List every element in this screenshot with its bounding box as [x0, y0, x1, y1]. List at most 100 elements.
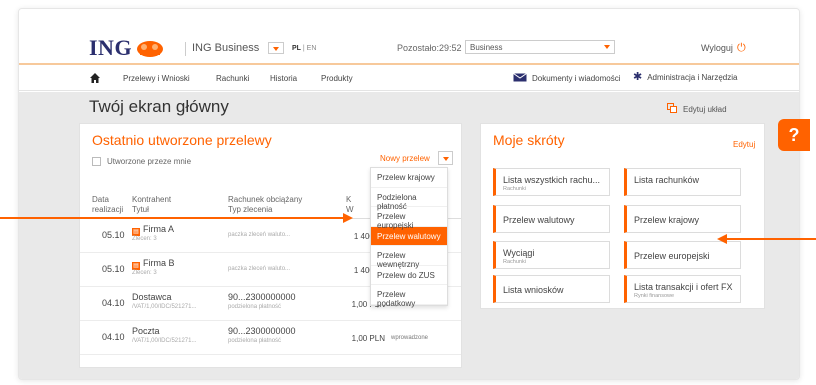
ing-logo[interactable]: ING [89, 35, 165, 61]
row-party: ▤ Firma B [132, 258, 175, 270]
menu-item-internal[interactable]: Przelew wewnętrzny [371, 246, 447, 269]
row-amount: 1,00 PLN [351, 334, 385, 343]
envelope-icon [513, 73, 527, 84]
row-order-type: paczka zleceń waluto... [228, 232, 291, 238]
layout-icon [667, 103, 677, 115]
language-switch: PL | EN [292, 45, 316, 52]
shortcut-tile[interactable]: Lista wszystkich rachu... Rachunki [493, 168, 610, 196]
page-title: Twój ekran główny [89, 97, 229, 116]
row-party-sub: /VAT/1,00/IDC/521271... [132, 304, 197, 310]
batch-icon: ▤ [132, 228, 140, 236]
session-timer: Pozostało:29:52 [397, 43, 462, 53]
lang-en-link[interactable]: EN [307, 45, 317, 52]
top-bar: ING ING Business PL | EN Pozostało:29:52… [19, 9, 799, 65]
row-party-name: Firma A [143, 224, 175, 234]
browser-frame: ING ING Business PL | EN Pozostało:29:52… [18, 8, 800, 380]
profile-select[interactable]: Business [465, 40, 615, 54]
row-party-name: Dostawca [132, 292, 172, 302]
shortcut-tile[interactable]: Przelew walutowy [493, 205, 610, 233]
power-icon: ⏻ [736, 41, 746, 54]
row-party-name: Poczta [132, 326, 160, 336]
shortcut-tile[interactable]: Przelew europejski [624, 241, 741, 269]
business-name: ING Business [192, 42, 260, 54]
recent-transfers-card: Ostatnio utworzone przelewy Utworzone pr… [79, 123, 462, 368]
tile-sub: Rynki finansowe [634, 293, 675, 299]
recent-transfers-title: Ostatnio utworzone przelewy [92, 132, 272, 148]
col-header-date-line1: Data [92, 195, 109, 204]
tile-label: Przelew europejski [634, 251, 710, 261]
row-order-type: podzielona płatność [228, 304, 282, 310]
lion-icon [135, 38, 165, 58]
tile-label: Przelew krajowy [634, 215, 700, 225]
edit-layout-button[interactable]: Edytuj układ [667, 103, 727, 115]
nav-item-transfers[interactable]: Przelewy i Wnioski [123, 74, 190, 83]
row-party-sub: Zlecen: 3 [132, 236, 157, 242]
filter-checkbox[interactable] [92, 157, 101, 166]
shortcuts-card: Moje skróty Edytuj Lista wszystkich rach… [480, 123, 765, 309]
nav-documents-link[interactable]: Dokumenty i wiadomości [513, 73, 620, 84]
row-date: 05.10 [102, 230, 125, 240]
row-party-name: Firma B [143, 258, 175, 268]
tile-label: Przelew walutowy [503, 215, 575, 225]
nav-documents-label: Dokumenty i wiadomości [532, 74, 621, 83]
row-date: 04.10 [102, 298, 125, 308]
new-transfer-label: Nowy przelew [380, 154, 430, 163]
shortcut-tile[interactable]: Przelew krajowy [624, 205, 741, 233]
table-row[interactable]: 04.10 Poczta /VAT/1,00/IDC/521271... 90.… [80, 322, 461, 355]
home-icon[interactable] [89, 72, 101, 84]
menu-item-split-payment[interactable]: Podzielona płatność [371, 188, 447, 211]
annotation-arrow-left [0, 213, 353, 223]
row-status: wprowadzone [391, 335, 429, 341]
row-date: 04.10 [102, 332, 125, 342]
row-order-type: podzielona płatność [228, 338, 282, 344]
new-transfer-select[interactable]: Nowy przelew [380, 151, 454, 165]
tile-label: Lista rachunków [634, 175, 700, 185]
created-by-me-filter[interactable]: Utworzone przeze mnie [92, 157, 191, 166]
nav-item-products[interactable]: Produkty [321, 74, 353, 83]
col-header-account-line1: Rachunek obciążany [228, 195, 303, 204]
logout-label: Wyloguj [701, 43, 733, 53]
logout-button[interactable]: Wyloguj ⏻ [701, 41, 746, 54]
nav-admin-link[interactable]: ✱ Administracja i Narzędzia [633, 71, 738, 83]
tile-label: Wyciągi [503, 248, 535, 258]
row-party: ▤ Firma A [132, 224, 174, 236]
logo-text: ING [89, 35, 133, 60]
shortcut-tile[interactable]: Lista transakcji i ofert FX Rynki finans… [624, 275, 741, 303]
row-date: 05.10 [102, 264, 125, 274]
nav-item-accounts[interactable]: Rachunki [216, 74, 249, 83]
business-dropdown-button[interactable] [268, 42, 284, 54]
row-account: 90...2300000000 [228, 326, 296, 336]
menu-item-domestic[interactable]: Przelew krajowy [371, 168, 447, 188]
tile-label: Lista wszystkich rachu... [503, 175, 601, 185]
tile-label: Lista transakcji i ofert FX [634, 282, 733, 292]
nav-admin-label: Administracja i Narzędzia [647, 73, 738, 82]
row-party-sub: /VAT/1,00/IDC/521271... [132, 338, 197, 344]
chevron-down-icon [602, 43, 612, 51]
tile-label: Lista wniosków [503, 285, 564, 295]
col-header-amount-line1: K [346, 195, 352, 204]
row-party-sub: Zlecen: 3 [132, 270, 157, 276]
tile-sub: Rachunki [503, 186, 526, 192]
tile-sub: Rachunki [503, 259, 526, 265]
header-divider [185, 42, 186, 56]
nav-item-history[interactable]: Historia [270, 74, 297, 83]
row-order-type: paczka zleceń waluto... [228, 266, 291, 272]
shortcut-tile[interactable]: Lista rachunków [624, 168, 741, 196]
col-header-party-line1: Kontrahent [132, 195, 172, 204]
shortcuts-edit-link[interactable]: Edytuj [733, 140, 755, 149]
edit-layout-label: Edytuj układ [683, 104, 727, 114]
main-nav: Przelewy i Wnioski Rachunki Historia Pro… [19, 67, 799, 91]
profile-select-value: Business [470, 43, 503, 52]
shortcut-tile[interactable]: Lista wniosków [493, 275, 610, 303]
filter-label: Utworzone przeze mnie [107, 157, 192, 166]
gear-icon: ✱ [633, 71, 643, 83]
lang-pl-link[interactable]: PL [292, 45, 301, 52]
menu-item-tax[interactable]: Przelew podatkowy [371, 285, 447, 308]
batch-icon: ▤ [132, 262, 140, 270]
new-transfer-menu: Przelew krajowy Podzielona płatność Prze… [370, 167, 448, 308]
shortcut-tile[interactable]: Wyciągi Rachunki [493, 241, 610, 269]
row-account: 90...2300000000 [228, 292, 296, 302]
shortcuts-title: Moje skróty [493, 132, 565, 148]
help-button[interactable]: ? [778, 119, 810, 151]
chevron-down-icon[interactable] [438, 151, 453, 165]
